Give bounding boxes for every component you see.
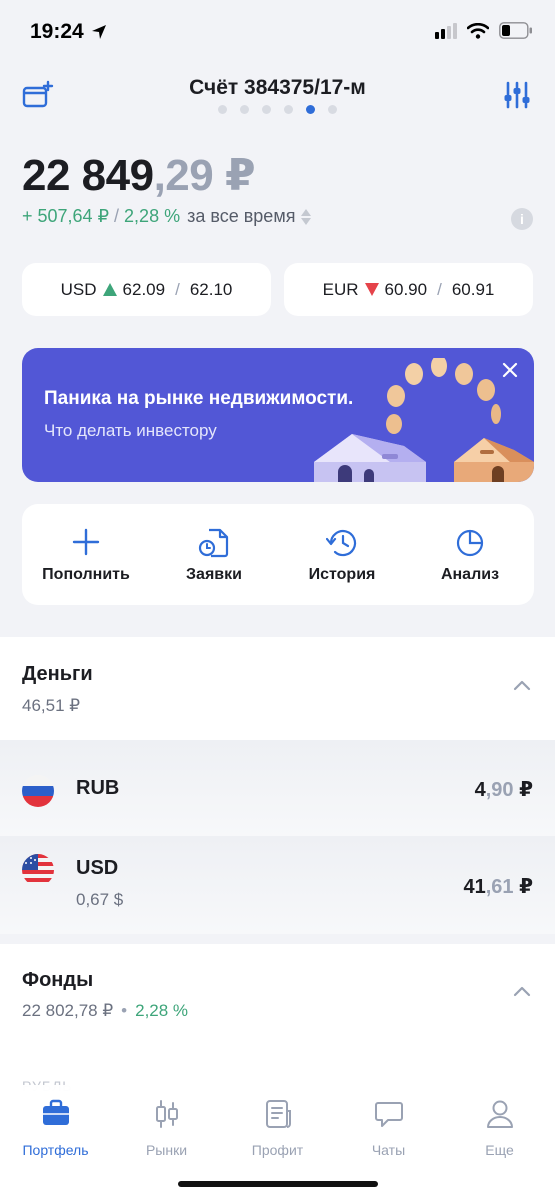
battery-icon — [499, 22, 532, 39]
change-percent: 2,28 % — [124, 206, 181, 226]
profile-icon — [486, 1100, 513, 1128]
houses-coins-illustration — [314, 358, 534, 482]
money-title: Деньги — [22, 663, 93, 685]
funds-percent: 2,28 % — [135, 1001, 189, 1020]
account-title[interactable]: Счёт 384375/17-м — [0, 76, 555, 100]
money-section-header[interactable]: Деньги 46,51 ₽ — [0, 637, 555, 740]
money-total: 46,51 ₽ — [22, 696, 81, 715]
quick-actions: Пополнить Заявки История Анализ — [22, 504, 534, 605]
action-analysis[interactable]: Анализ — [406, 504, 534, 605]
candles-icon — [155, 1100, 178, 1128]
tab-more[interactable]: Еще — [444, 1099, 555, 1158]
action-history[interactable]: История — [278, 504, 406, 605]
tab-profit[interactable]: Профит — [222, 1099, 333, 1158]
fx-bid: 62.09 — [122, 279, 166, 299]
banner-title: Паника на рынке недвижимости. — [44, 388, 354, 409]
usa-flag-icon — [22, 854, 54, 886]
banner-subtitle: Что делать инвестору — [44, 421, 217, 440]
tab-label: Чаты — [371, 1142, 406, 1158]
page-dot-active — [306, 105, 315, 114]
plus-icon — [72, 528, 100, 556]
wifi-icon — [467, 22, 489, 39]
fx-currency: USD — [60, 279, 97, 299]
action-label: История — [308, 566, 376, 583]
currency-value: 41,61 ₽ — [463, 876, 533, 898]
close-icon[interactable] — [502, 362, 518, 378]
fx-ask: 62.10 — [189, 279, 233, 299]
promo-banner[interactable]: Паника на рынке недвижимости. Что делать… — [22, 348, 534, 482]
status-bar: 19:24 — [0, 0, 555, 66]
fx-separator: / — [175, 279, 180, 299]
balance-fraction: ,29 ₽ — [153, 151, 256, 200]
currency-value: 4,90 ₽ — [474, 779, 533, 801]
balance-change[interactable]: + 507,64 ₽ / 2,28 % за все время — [22, 206, 312, 227]
funds-total: 22 802,78 ₽ — [22, 1001, 114, 1020]
action-label: Анализ — [440, 566, 500, 583]
tab-label: Еще — [485, 1142, 514, 1158]
change-period: за все время — [187, 206, 296, 226]
portfolio-balance: 22 849,29 ₽ — [22, 150, 256, 201]
page-dot — [284, 105, 293, 114]
price-down-icon — [364, 283, 379, 296]
page-dot — [328, 105, 337, 114]
news-icon — [265, 1100, 291, 1128]
briefcase-icon — [42, 1099, 69, 1125]
signal-icon — [435, 22, 457, 39]
funds-dot: • — [121, 1001, 128, 1020]
tab-portfolio[interactable]: Портфель — [0, 1099, 111, 1158]
currency-amount: 0,67 $ — [76, 890, 124, 909]
status-time: 19:24 — [30, 20, 84, 43]
account-header: Счёт 384375/17-м — [0, 66, 555, 126]
pie-chart-icon — [456, 529, 484, 557]
settings-sliders-icon[interactable] — [503, 80, 531, 110]
currency-row-rub[interactable]: RUB 4,90 ₽ — [0, 740, 555, 836]
action-orders[interactable]: Заявки — [150, 504, 278, 605]
fx-ask: 60.91 — [451, 279, 495, 299]
action-deposit[interactable]: Пополнить — [22, 504, 150, 605]
orders-icon — [198, 528, 229, 558]
tab-label: Рынки — [145, 1142, 188, 1158]
price-up-icon — [102, 283, 117, 296]
page-dot — [218, 105, 227, 114]
chat-icon — [374, 1102, 403, 1127]
tab-chats[interactable]: Чаты — [333, 1099, 444, 1158]
tab-markets[interactable]: Рынки — [111, 1099, 222, 1158]
change-amount: + 507,64 ₽ — [22, 206, 110, 226]
change-separator: / — [114, 206, 120, 226]
fx-currency: EUR — [322, 279, 359, 299]
funds-summary: 22 802,78 ₽ • 2,28 % — [22, 1001, 188, 1021]
chevron-up-icon[interactable] — [513, 679, 531, 691]
russia-flag-icon — [22, 775, 54, 807]
currency-code: USD — [76, 857, 119, 879]
chevron-up-icon[interactable] — [513, 985, 531, 997]
fx-card-usd[interactable]: USD 62.09 / 62.10 — [22, 263, 271, 316]
fx-bid: 60.90 — [384, 279, 428, 299]
fx-card-eur[interactable]: EUR 60.90 / 60.91 — [284, 263, 533, 316]
tab-label: Портфель — [22, 1142, 89, 1158]
sort-arrows-icon — [301, 208, 312, 225]
home-indicator — [178, 1181, 378, 1187]
tab-label: Профит — [251, 1142, 304, 1158]
page-dot — [240, 105, 249, 114]
history-icon — [326, 530, 357, 557]
funds-title: Фонды — [22, 969, 94, 991]
currency-row-usd[interactable]: USD 0,67 $ 41,61 ₽ — [0, 836, 555, 934]
location-arrow-icon — [92, 25, 106, 39]
page-dot — [262, 105, 271, 114]
info-icon[interactable]: i — [511, 208, 533, 230]
currency-code: RUB — [76, 777, 120, 799]
status-icons — [435, 22, 533, 39]
account-page-dots[interactable] — [0, 105, 555, 114]
funds-section-header[interactable]: Фонды 22 802,78 ₽ • 2,28 % — [0, 944, 555, 1085]
action-label: Пополнить — [42, 566, 130, 583]
action-label: Заявки — [186, 566, 242, 583]
balance-integer: 22 849 — [22, 151, 154, 200]
fx-separator: / — [437, 279, 442, 299]
